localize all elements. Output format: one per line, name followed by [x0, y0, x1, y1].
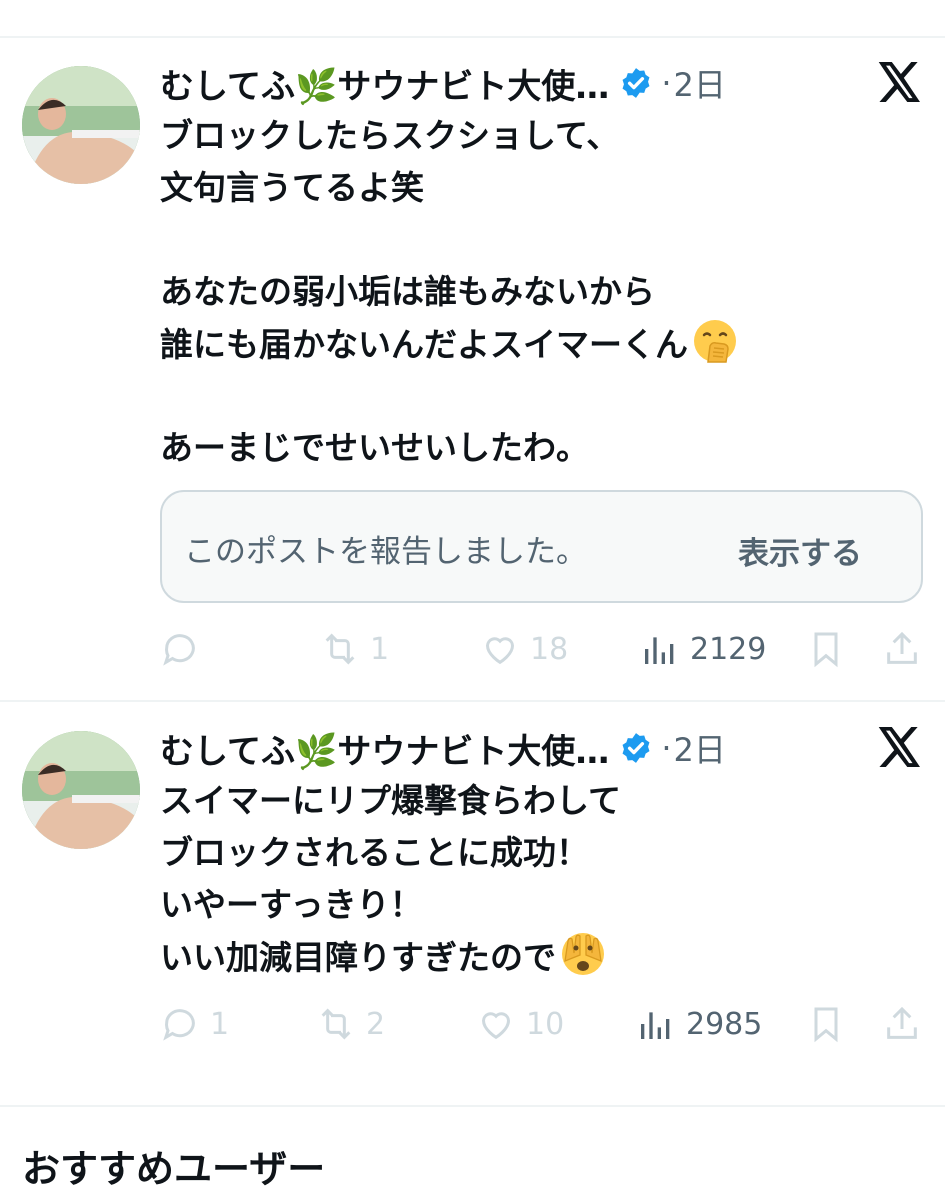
face-with-peeking-eye-icon: [560, 931, 606, 977]
header-separator: ·: [661, 729, 672, 767]
like-count: 10: [526, 1006, 565, 1042]
author-name[interactable]: むしてふ🌿サウナビト大使…: [160, 724, 609, 773]
share-button[interactable]: [882, 627, 922, 671]
repost-count: 2: [366, 1006, 386, 1042]
post-line: あーまじでせいせいしたわ。: [160, 428, 589, 467]
post-line: スイマーにリプ爆撃食らわして: [160, 781, 622, 820]
section-divider: [0, 1105, 945, 1107]
repost-icon: [325, 633, 355, 665]
share-button[interactable]: [882, 1002, 922, 1046]
like-button[interactable]: 10: [476, 1002, 564, 1046]
post-line: いやーすっきり！: [160, 885, 423, 924]
repost-button[interactable]: 2: [316, 1002, 385, 1046]
like-button[interactable]: 18: [480, 627, 568, 671]
bookmark-icon: [814, 632, 838, 668]
verified-badge-icon: [619, 66, 653, 100]
post-header: むしてふ🌿サウナビト大使… · 2日: [160, 59, 726, 108]
reply-button[interactable]: [160, 627, 210, 671]
post-header: むしてふ🌿サウナビト大使… · 2日: [160, 724, 726, 773]
views-chart-icon: [641, 1012, 670, 1039]
reply-icon: [163, 634, 195, 666]
repost-button[interactable]: 1: [320, 627, 389, 671]
heart-icon: [481, 1012, 511, 1040]
x-logo-icon[interactable]: [878, 727, 922, 767]
views-button[interactable]: 2129: [640, 627, 766, 671]
heart-icon: [485, 637, 515, 665]
repost-count: 1: [370, 631, 390, 667]
views-count: 2985: [686, 1006, 763, 1042]
bookmark-icon: [814, 1007, 838, 1043]
recommended-users-heading: おすすめユーザー: [22, 1147, 326, 1191]
author-avatar[interactable]: [22, 66, 140, 184]
post-line-with-emoji: 誰にも届かないんだよスイマーくん: [160, 318, 738, 370]
reply-count: 1: [210, 1006, 230, 1042]
bookmark-button[interactable]: [806, 1002, 846, 1046]
post-actions: 1 2 10 2985: [0, 1002, 945, 1046]
views-chart-icon: [645, 637, 674, 664]
x-logo-icon[interactable]: [878, 62, 922, 102]
post-divider: [0, 700, 945, 702]
repost-icon: [321, 1008, 351, 1040]
author-avatar[interactable]: [22, 731, 140, 849]
face-with-hand-over-mouth-icon: [692, 318, 738, 364]
reported-post-notice: このポストを報告しました。 表示する: [160, 490, 923, 603]
verified-badge-icon: [619, 731, 653, 765]
post-text: スイマーにリプ爆撃食らわして ブロックされることに成功！ いやーすっきり！ いい…: [160, 775, 621, 983]
like-count: 18: [530, 631, 569, 667]
author-name[interactable]: むしてふ🌿サウナビト大使…: [160, 59, 609, 108]
reported-notice-text: このポストを報告しました。: [184, 534, 587, 570]
share-icon: [887, 631, 917, 664]
post-line: あなたの弱小垢は誰もみないから: [160, 272, 655, 311]
post-line: ブロックされることに成功！: [160, 833, 589, 872]
post-line-with-emoji: いい加減目障りすぎたので: [160, 931, 621, 983]
reply-icon: [163, 1009, 195, 1041]
views-button[interactable]: 2985: [636, 1002, 762, 1046]
show-reported-post-button[interactable]: 表示する: [738, 528, 862, 573]
post-text: ブロックしたらスクショして、 文句言うてるよ笑 あなたの弱小垢は誰もみないから …: [160, 110, 738, 474]
post-line: 文句言うてるよ笑: [160, 168, 424, 207]
bookmark-button[interactable]: [806, 627, 846, 671]
views-count: 2129: [690, 631, 767, 667]
top-divider: [0, 36, 945, 38]
share-icon: [887, 1006, 917, 1039]
reply-button[interactable]: 1: [160, 1002, 229, 1046]
post-time[interactable]: 2日: [674, 60, 726, 106]
header-separator: ·: [661, 64, 672, 102]
post-actions: 1 18 2129: [0, 627, 945, 671]
post-line: ブロックしたらスクショして、: [160, 116, 620, 155]
post-time[interactable]: 2日: [674, 725, 726, 771]
